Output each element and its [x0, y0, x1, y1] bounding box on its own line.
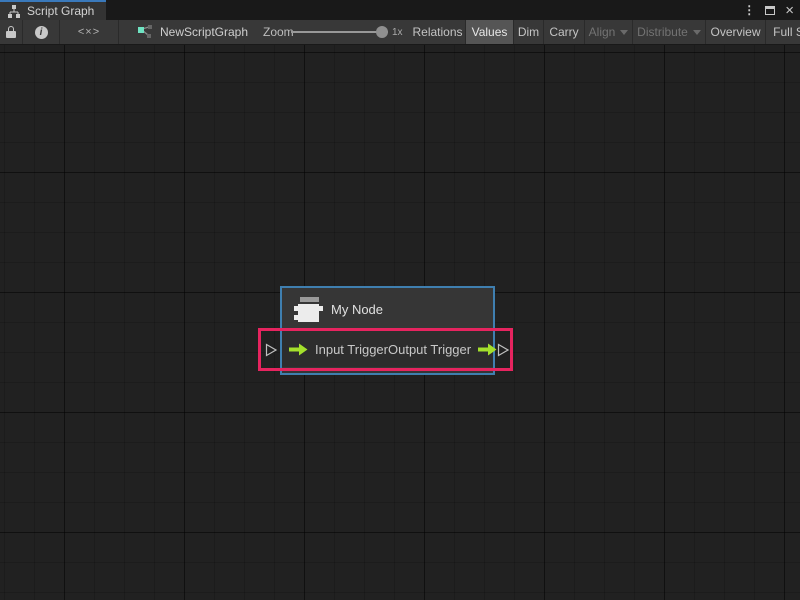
- window-controls: ⋮ ×: [743, 0, 794, 20]
- my-node[interactable]: My Node Input Trigger Output Trigger: [280, 286, 495, 375]
- zoom-label: Zoom: [263, 20, 294, 44]
- tab-script-graph[interactable]: Script Graph: [0, 0, 106, 20]
- edit-source-button[interactable]: <×>: [60, 20, 119, 44]
- window-menu-icon[interactable]: ⋮: [743, 4, 755, 16]
- align-dropdown[interactable]: Align: [585, 20, 633, 44]
- carry-button[interactable]: Carry: [544, 20, 585, 44]
- zoom-value: 1x: [392, 20, 403, 44]
- graph-breadcrumb[interactable]: NewScriptGraph: [119, 20, 248, 44]
- zoom-slider[interactable]: [291, 20, 388, 44]
- script-graph-window: Script Graph ⋮ × i <×> NewScr: [0, 0, 800, 600]
- node-header[interactable]: My Node: [282, 288, 493, 330]
- output-trigger-arrow-icon: [478, 343, 497, 356]
- full-screen-button[interactable]: Full S: [766, 20, 800, 44]
- lock-icon: [6, 26, 16, 38]
- graph-toolbar: i <×> NewScriptGraph Zoom 1x Relations: [0, 20, 800, 45]
- relations-button[interactable]: Relations: [410, 20, 466, 44]
- output-trigger-port[interactable]: Output Trigger: [388, 342, 497, 357]
- close-icon[interactable]: ×: [785, 3, 794, 18]
- unit-node-icon: [292, 295, 321, 324]
- node-title: My Node: [331, 302, 383, 317]
- tab-title: Script Graph: [27, 4, 94, 18]
- script-graph-asset-icon: [138, 25, 153, 40]
- input-connection-point-icon[interactable]: [265, 343, 278, 357]
- inspect-button[interactable]: i: [23, 20, 60, 44]
- dropdown-caret-icon: [620, 30, 628, 35]
- lock-button[interactable]: [0, 20, 23, 44]
- zoom-slider-track[interactable]: [291, 31, 388, 33]
- distribute-dropdown[interactable]: Distribute: [633, 20, 706, 44]
- maximize-icon[interactable]: [765, 6, 775, 15]
- tab-bar: Script Graph ⋮ ×: [0, 0, 800, 20]
- input-trigger-arrow-icon: [289, 343, 308, 356]
- graph-tree-icon: [7, 5, 21, 18]
- graph-name: NewScriptGraph: [160, 25, 248, 39]
- output-connection-point-icon[interactable]: [497, 343, 510, 357]
- dropdown-caret-icon: [693, 30, 701, 35]
- toolbar-buttons: Relations Values Dim Carry Align Distrib…: [410, 20, 800, 44]
- code-icon: <×>: [78, 26, 100, 38]
- input-trigger-port[interactable]: Input Trigger: [289, 342, 388, 357]
- info-icon: i: [35, 26, 48, 39]
- overview-button[interactable]: Overview: [706, 20, 766, 44]
- node-ports-row: Input Trigger Output Trigger: [282, 330, 493, 367]
- zoom-slider-handle[interactable]: [376, 26, 388, 38]
- dim-button[interactable]: Dim: [514, 20, 544, 44]
- values-button[interactable]: Values: [466, 20, 514, 44]
